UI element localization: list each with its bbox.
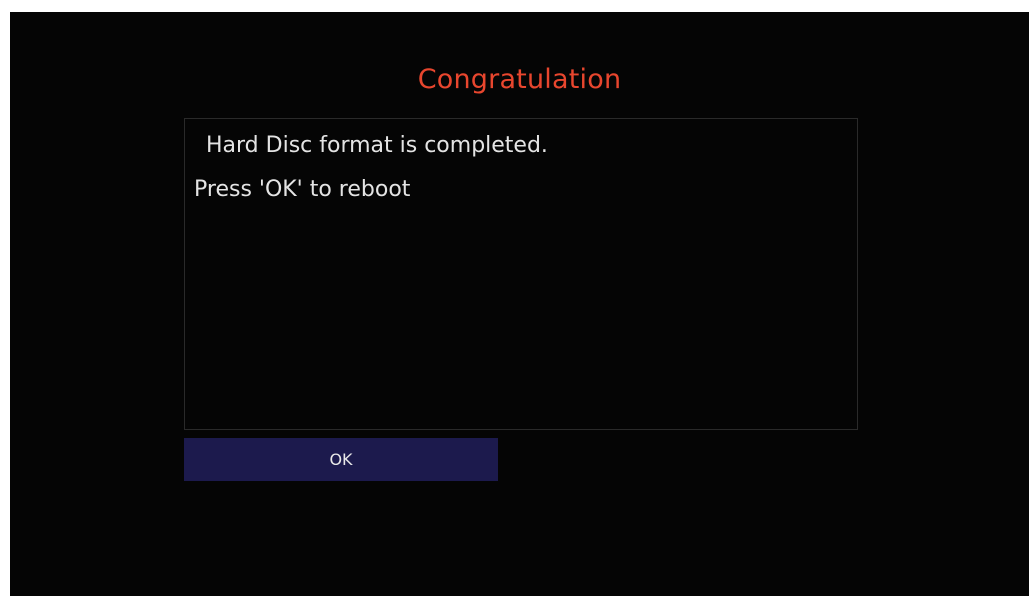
ok-button[interactable]: OK — [184, 438, 498, 481]
dialog-title: Congratulation — [417, 64, 622, 95]
message-box: Hard Disc format is completed. Press 'OK… — [184, 118, 858, 430]
message-line: Press 'OK' to reboot — [194, 177, 411, 202]
message-line: Hard Disc format is completed. — [206, 133, 548, 158]
tv-screen: Congratulation Hard Disc format is compl… — [10, 12, 1029, 596]
